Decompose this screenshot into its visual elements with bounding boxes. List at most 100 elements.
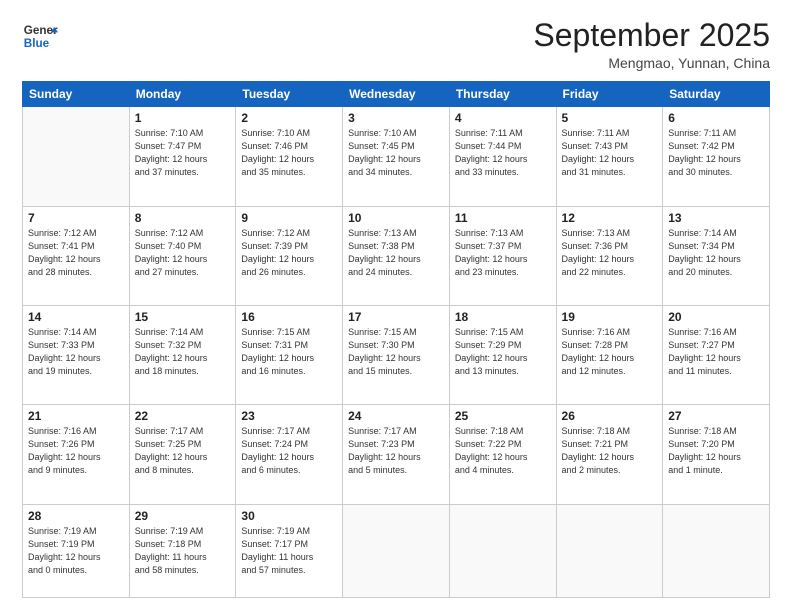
table-row: 8 Sunrise: 7:12 AM Sunset: 7:40 PM Daylig… <box>129 206 236 305</box>
table-row: 14 Sunrise: 7:14 AM Sunset: 7:33 PM Dayli… <box>23 305 130 404</box>
day-info: Sunrise: 7:10 AM Sunset: 7:47 PM Dayligh… <box>135 127 231 179</box>
day-info: Sunrise: 7:18 AM Sunset: 7:21 PM Dayligh… <box>562 425 658 477</box>
title-block: September 2025 Mengmao, Yunnan, China <box>533 18 770 71</box>
day-number: 30 <box>241 509 337 523</box>
table-row: 10 Sunrise: 7:13 AM Sunset: 7:38 PM Dayli… <box>343 206 450 305</box>
day-info: Sunrise: 7:16 AM Sunset: 7:26 PM Dayligh… <box>28 425 124 477</box>
day-info: Sunrise: 7:11 AM Sunset: 7:43 PM Dayligh… <box>562 127 658 179</box>
day-info: Sunrise: 7:13 AM Sunset: 7:36 PM Dayligh… <box>562 227 658 279</box>
table-row: 20Sunrise: 7:16 AM Sunset: 7:27 PM Dayli… <box>663 305 770 404</box>
day-info: Sunrise: 7:10 AM Sunset: 7:46 PM Dayligh… <box>241 127 337 179</box>
day-info: Sunrise: 7:12 AM Sunset: 7:39 PM Dayligh… <box>241 227 337 279</box>
day-info: Sunrise: 7:19 AM Sunset: 7:19 PM Dayligh… <box>28 525 124 577</box>
day-info: Sunrise: 7:14 AM Sunset: 7:34 PM Dayligh… <box>668 227 764 279</box>
day-number: 16 <box>241 310 337 324</box>
day-info: Sunrise: 7:12 AM Sunset: 7:41 PM Dayligh… <box>28 227 124 279</box>
day-number: 18 <box>455 310 551 324</box>
day-info: Sunrise: 7:11 AM Sunset: 7:44 PM Dayligh… <box>455 127 551 179</box>
table-row: 25 Sunrise: 7:18 AM Sunset: 7:22 PM Dayli… <box>449 405 556 504</box>
day-info: Sunrise: 7:12 AM Sunset: 7:40 PM Dayligh… <box>135 227 231 279</box>
day-number: 21 <box>28 409 124 423</box>
day-number: 6 <box>668 111 764 125</box>
table-row: 2 Sunrise: 7:10 AM Sunset: 7:46 PM Daylig… <box>236 107 343 206</box>
table-row: 7 Sunrise: 7:12 AM Sunset: 7:41 PM Daylig… <box>23 206 130 305</box>
day-info: Sunrise: 7:14 AM Sunset: 7:33 PM Dayligh… <box>28 326 124 378</box>
col-saturday: Saturday <box>663 82 770 107</box>
day-number: 14 <box>28 310 124 324</box>
day-info: Sunrise: 7:17 AM Sunset: 7:25 PM Dayligh… <box>135 425 231 477</box>
col-thursday: Thursday <box>449 82 556 107</box>
table-row: 29 Sunrise: 7:19 AM Sunset: 7:18 PM Dayli… <box>129 504 236 598</box>
day-number: 28 <box>28 509 124 523</box>
day-info: Sunrise: 7:19 AM Sunset: 7:18 PM Dayligh… <box>135 525 231 577</box>
col-friday: Friday <box>556 82 663 107</box>
col-tuesday: Tuesday <box>236 82 343 107</box>
day-info: Sunrise: 7:16 AM Sunset: 7:27 PM Dayligh… <box>668 326 764 378</box>
table-row: 16 Sunrise: 7:15 AM Sunset: 7:31 PM Dayli… <box>236 305 343 404</box>
day-number: 7 <box>28 211 124 225</box>
day-info: Sunrise: 7:10 AM Sunset: 7:45 PM Dayligh… <box>348 127 444 179</box>
day-info: Sunrise: 7:13 AM Sunset: 7:38 PM Dayligh… <box>348 227 444 279</box>
day-number: 4 <box>455 111 551 125</box>
day-info: Sunrise: 7:13 AM Sunset: 7:37 PM Dayligh… <box>455 227 551 279</box>
day-info: Sunrise: 7:15 AM Sunset: 7:31 PM Dayligh… <box>241 326 337 378</box>
day-number: 27 <box>668 409 764 423</box>
month-title: September 2025 <box>533 18 770 53</box>
day-number: 10 <box>348 211 444 225</box>
table-row <box>556 504 663 598</box>
table-row: 12 Sunrise: 7:13 AM Sunset: 7:36 PM Dayli… <box>556 206 663 305</box>
day-number: 25 <box>455 409 551 423</box>
day-number: 23 <box>241 409 337 423</box>
table-row: 26 Sunrise: 7:18 AM Sunset: 7:21 PM Dayli… <box>556 405 663 504</box>
day-number: 12 <box>562 211 658 225</box>
day-info: Sunrise: 7:15 AM Sunset: 7:29 PM Dayligh… <box>455 326 551 378</box>
table-row: 18 Sunrise: 7:15 AM Sunset: 7:29 PM Dayli… <box>449 305 556 404</box>
day-info: Sunrise: 7:11 AM Sunset: 7:42 PM Dayligh… <box>668 127 764 179</box>
table-row: 23 Sunrise: 7:17 AM Sunset: 7:24 PM Dayli… <box>236 405 343 504</box>
day-number: 26 <box>562 409 658 423</box>
table-row: 6 Sunrise: 7:11 AM Sunset: 7:42 PM Daylig… <box>663 107 770 206</box>
day-number: 1 <box>135 111 231 125</box>
header: General Blue September 2025 Mengmao, Yun… <box>22 18 770 71</box>
day-info: Sunrise: 7:18 AM Sunset: 7:20 PM Dayligh… <box>668 425 764 477</box>
table-row: 1 Sunrise: 7:10 AM Sunset: 7:47 PM Daylig… <box>129 107 236 206</box>
day-info: Sunrise: 7:19 AM Sunset: 7:17 PM Dayligh… <box>241 525 337 577</box>
table-row: 3 Sunrise: 7:10 AM Sunset: 7:45 PM Daylig… <box>343 107 450 206</box>
table-row: 30 Sunrise: 7:19 AM Sunset: 7:17 PM Dayli… <box>236 504 343 598</box>
calendar-table: Sunday Monday Tuesday Wednesday Thursday… <box>22 81 770 598</box>
day-info: Sunrise: 7:17 AM Sunset: 7:24 PM Dayligh… <box>241 425 337 477</box>
day-number: 15 <box>135 310 231 324</box>
day-info: Sunrise: 7:17 AM Sunset: 7:23 PM Dayligh… <box>348 425 444 477</box>
table-row <box>23 107 130 206</box>
table-row <box>343 504 450 598</box>
day-number: 9 <box>241 211 337 225</box>
table-row: 24Sunrise: 7:17 AM Sunset: 7:23 PM Dayli… <box>343 405 450 504</box>
col-sunday: Sunday <box>23 82 130 107</box>
table-row: 5Sunrise: 7:11 AM Sunset: 7:43 PM Daylig… <box>556 107 663 206</box>
table-row: 15Sunrise: 7:14 AM Sunset: 7:32 PM Dayli… <box>129 305 236 404</box>
table-row: 21 Sunrise: 7:16 AM Sunset: 7:26 PM Dayli… <box>23 405 130 504</box>
col-monday: Monday <box>129 82 236 107</box>
page: General Blue September 2025 Mengmao, Yun… <box>0 0 792 612</box>
day-number: 22 <box>135 409 231 423</box>
calendar-header-row: Sunday Monday Tuesday Wednesday Thursday… <box>23 82 770 107</box>
table-row: 4 Sunrise: 7:11 AM Sunset: 7:44 PM Daylig… <box>449 107 556 206</box>
day-number: 2 <box>241 111 337 125</box>
col-wednesday: Wednesday <box>343 82 450 107</box>
day-number: 3 <box>348 111 444 125</box>
day-number: 13 <box>668 211 764 225</box>
table-row: 17Sunrise: 7:15 AM Sunset: 7:30 PM Dayli… <box>343 305 450 404</box>
table-row: 27 Sunrise: 7:18 AM Sunset: 7:20 PM Dayli… <box>663 405 770 504</box>
day-info: Sunrise: 7:16 AM Sunset: 7:28 PM Dayligh… <box>562 326 658 378</box>
logo: General Blue <box>22 18 58 54</box>
day-info: Sunrise: 7:18 AM Sunset: 7:22 PM Dayligh… <box>455 425 551 477</box>
day-number: 11 <box>455 211 551 225</box>
table-row: 19 Sunrise: 7:16 AM Sunset: 7:28 PM Dayli… <box>556 305 663 404</box>
day-number: 8 <box>135 211 231 225</box>
day-number: 29 <box>135 509 231 523</box>
table-row <box>663 504 770 598</box>
location: Mengmao, Yunnan, China <box>533 55 770 71</box>
svg-text:Blue: Blue <box>24 37 50 50</box>
day-number: 19 <box>562 310 658 324</box>
day-number: 17 <box>348 310 444 324</box>
